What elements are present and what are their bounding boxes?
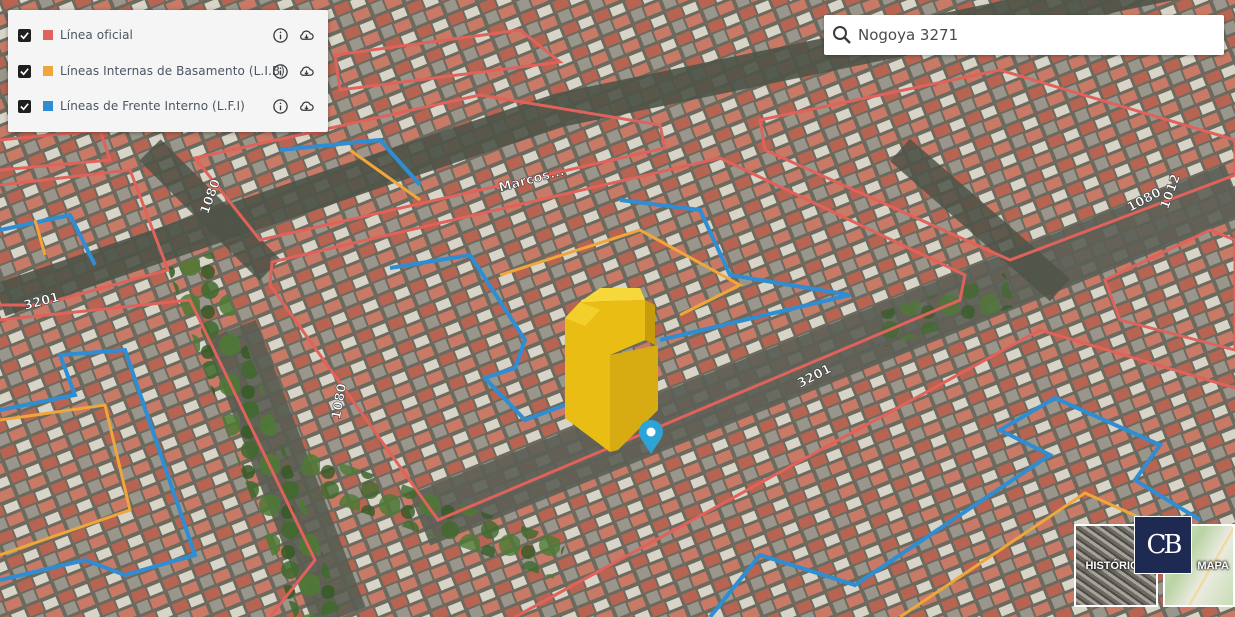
layer-color-swatch (43, 30, 53, 40)
layer-checkbox[interactable] (18, 99, 31, 113)
cloud-download-icon[interactable] (298, 27, 315, 44)
layer-checkbox[interactable] (18, 64, 31, 78)
search-box (824, 15, 1224, 55)
info-icon[interactable] (272, 98, 289, 115)
layers-panel: Línea oficial Líneas Internas de Basamen… (8, 10, 328, 132)
layer-checkbox[interactable] (18, 28, 31, 42)
layer-label: Líneas de Frente Interno (L.F.I) (60, 99, 245, 113)
info-icon[interactable] (272, 63, 289, 80)
layer-row-lfi: Líneas de Frente Interno (L.F.I) (8, 91, 328, 121)
layer-row-lib: Líneas Internas de Basamento (L.I.B) (8, 56, 328, 86)
layer-label: Líneas Internas de Basamento (L.I.B) (60, 64, 286, 78)
layer-color-swatch (43, 101, 53, 111)
search-icon[interactable] (832, 25, 852, 45)
search-input[interactable] (858, 21, 1208, 49)
layer-label: Línea oficial (60, 28, 133, 42)
logo-text: CB (1146, 530, 1183, 560)
info-icon[interactable] (272, 27, 289, 44)
layer-color-swatch (43, 66, 53, 76)
cloud-download-icon[interactable] (298, 63, 315, 80)
layer-row-linea-oficial: Línea oficial (8, 20, 328, 50)
cloud-download-icon[interactable] (298, 98, 315, 115)
brand-logo: CB (1134, 516, 1192, 574)
